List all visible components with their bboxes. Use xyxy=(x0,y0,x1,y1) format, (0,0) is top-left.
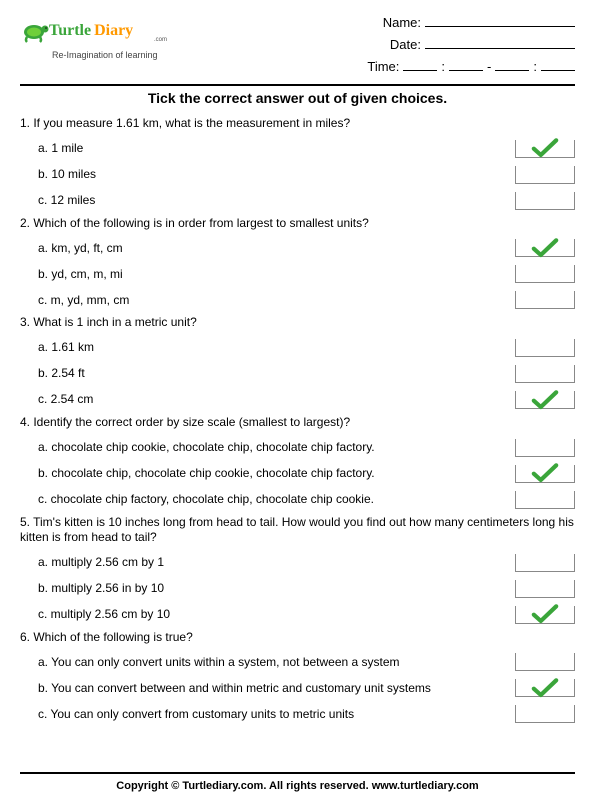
option-text: c. You can only convert from customary u… xyxy=(38,707,515,723)
option-row: a. 1.61 km xyxy=(38,337,575,359)
time-blank[interactable] xyxy=(403,59,437,71)
question-text: 6. Which of the following is true? xyxy=(20,630,575,646)
option-text: a. km, yd, ft, cm xyxy=(38,241,515,257)
check-icon xyxy=(531,389,559,411)
time-blank[interactable] xyxy=(495,59,529,71)
option-row: a. You can only convert units within a s… xyxy=(38,651,575,673)
option-text: c. chocolate chip factory, chocolate chi… xyxy=(38,492,515,508)
answer-slot[interactable] xyxy=(515,192,575,210)
question-text: 5. Tim's kitten is 10 inches long from h… xyxy=(20,515,575,546)
answer-slot[interactable] xyxy=(515,554,575,572)
date-label: Date: xyxy=(390,34,421,56)
question: 3. What is 1 inch in a metric unit? a. 1.… xyxy=(20,315,575,411)
question-text: 2. Which of the following is in order fr… xyxy=(20,216,575,232)
answer-slot[interactable] xyxy=(515,679,575,697)
option-text: a. chocolate chip cookie, chocolate chip… xyxy=(38,440,515,456)
option-row: c. 12 miles xyxy=(38,190,575,212)
option-text: c. 12 miles xyxy=(38,193,515,209)
date-blank[interactable] xyxy=(425,37,575,49)
option-text: b. multiply 2.56 in by 10 xyxy=(38,581,515,597)
options: a. multiply 2.56 cm by 1 b. multiply 2.56… xyxy=(20,552,575,626)
logo-block: TurtleDiary .com Re-Imagination of learn… xyxy=(20,12,190,60)
questions-list: 1. If you measure 1.61 km, what is the m… xyxy=(20,116,575,725)
option-row: a. chocolate chip cookie, chocolate chip… xyxy=(38,437,575,459)
option-text: b. chocolate chip, chocolate chip cookie… xyxy=(38,466,515,482)
answer-slot[interactable] xyxy=(515,705,575,723)
answer-slot[interactable] xyxy=(515,580,575,598)
instruction: Tick the correct answer out of given cho… xyxy=(20,90,575,106)
check-icon xyxy=(531,462,559,484)
question-text: 1. If you measure 1.61 km, what is the m… xyxy=(20,116,575,132)
question: 5. Tim's kitten is 10 inches long from h… xyxy=(20,515,575,626)
option-text: b. yd, cm, m, mi xyxy=(38,267,515,283)
option-text: a. multiply 2.56 cm by 1 xyxy=(38,555,515,571)
option-row: a. 1 mile xyxy=(38,138,575,160)
option-row: b. 10 miles xyxy=(38,164,575,186)
option-row: c. multiply 2.56 cm by 10 xyxy=(38,604,575,626)
answer-slot[interactable] xyxy=(515,653,575,671)
options: a. 1 mile b. 10 miles c. 12 miles xyxy=(20,138,575,212)
option-text: a. 1 mile xyxy=(38,141,515,157)
check-icon xyxy=(531,137,559,159)
name-label: Name: xyxy=(383,12,421,34)
option-row: c. m, yd, mm, cm xyxy=(38,289,575,311)
tagline: Re-Imagination of learning xyxy=(52,50,190,60)
question: 6. Which of the following is true? a. You… xyxy=(20,630,575,726)
options: a. km, yd, ft, cm b. yd, cm, m, mi c. m, y… xyxy=(20,237,575,311)
question: 2. Which of the following is in order fr… xyxy=(20,216,575,312)
question-text: 3. What is 1 inch in a metric unit? xyxy=(20,315,575,331)
answer-slot[interactable] xyxy=(515,491,575,509)
option-row: a. km, yd, ft, cm xyxy=(38,237,575,259)
time-blank[interactable] xyxy=(541,59,575,71)
answer-slot[interactable] xyxy=(515,166,575,184)
option-row: b. You can convert between and within me… xyxy=(38,677,575,699)
options: a. You can only convert units within a s… xyxy=(20,651,575,725)
question: 1. If you measure 1.61 km, what is the m… xyxy=(20,116,575,212)
option-text: a. You can only convert units within a s… xyxy=(38,655,515,671)
option-text: c. multiply 2.56 cm by 10 xyxy=(38,607,515,623)
option-row: b. chocolate chip, chocolate chip cookie… xyxy=(38,463,575,485)
option-row: a. multiply 2.56 cm by 1 xyxy=(38,552,575,574)
option-row: c. 2.54 cm xyxy=(38,389,575,411)
answer-slot[interactable] xyxy=(515,140,575,158)
footer: Copyright © Turtlediary.com. All rights … xyxy=(20,772,575,792)
option-text: b. 2.54 ft xyxy=(38,366,515,382)
check-icon xyxy=(531,237,559,259)
option-text: b. 10 miles xyxy=(38,167,515,183)
time-blank[interactable] xyxy=(449,59,483,71)
option-row: b. yd, cm, m, mi xyxy=(38,263,575,285)
divider xyxy=(20,84,575,86)
option-text: c. m, yd, mm, cm xyxy=(38,293,515,309)
option-row: b. 2.54 ft xyxy=(38,363,575,385)
option-text: a. 1.61 km xyxy=(38,340,515,356)
student-info: Name: Date: Time: : - : xyxy=(367,12,575,78)
answer-slot[interactable] xyxy=(515,339,575,357)
time-label: Time: xyxy=(367,56,399,78)
option-row: c. chocolate chip factory, chocolate chi… xyxy=(38,489,575,511)
check-icon xyxy=(531,677,559,699)
option-row: c. You can only convert from customary u… xyxy=(38,703,575,725)
svg-text:TurtleDiary: TurtleDiary xyxy=(49,22,133,39)
svg-text:.com: .com xyxy=(154,37,167,43)
check-icon xyxy=(531,603,559,625)
answer-slot[interactable] xyxy=(515,291,575,309)
option-row: b. multiply 2.56 in by 10 xyxy=(38,578,575,600)
answer-slot[interactable] xyxy=(515,239,575,257)
option-text: c. 2.54 cm xyxy=(38,392,515,408)
question: 4. Identify the correct order by size sc… xyxy=(20,415,575,511)
options: a. chocolate chip cookie, chocolate chip… xyxy=(20,437,575,511)
answer-slot[interactable] xyxy=(515,606,575,624)
name-blank[interactable] xyxy=(425,15,575,27)
options: a. 1.61 km b. 2.54 ft c. 2.54 cm xyxy=(20,337,575,411)
answer-slot[interactable] xyxy=(515,265,575,283)
answer-slot[interactable] xyxy=(515,391,575,409)
question-text: 4. Identify the correct order by size sc… xyxy=(20,415,575,431)
answer-slot[interactable] xyxy=(515,365,575,383)
answer-slot[interactable] xyxy=(515,439,575,457)
turtle-diary-logo: TurtleDiary .com xyxy=(20,12,190,52)
option-text: b. You can convert between and within me… xyxy=(38,681,515,697)
worksheet-header: TurtleDiary .com Re-Imagination of learn… xyxy=(20,12,575,78)
answer-slot[interactable] xyxy=(515,465,575,483)
